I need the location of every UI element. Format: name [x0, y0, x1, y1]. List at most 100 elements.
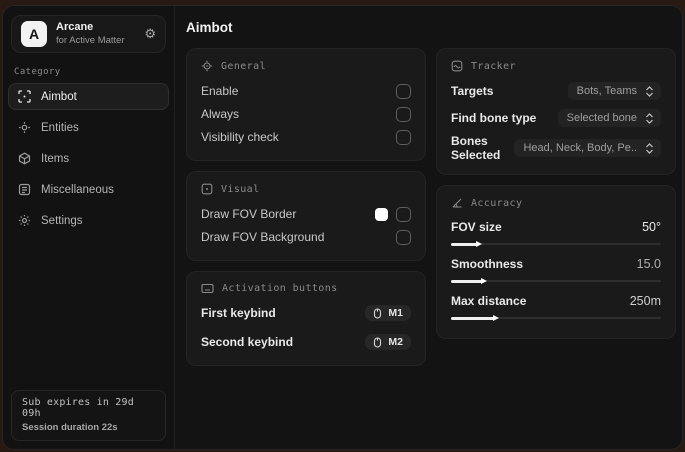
draw-fov-border-label: Draw FOV Border	[201, 207, 297, 221]
sidebar-nav: Aimbot Entities Items Miscellaneous Sett…	[3, 83, 174, 234]
fov-size-slider-thumb[interactable]	[476, 240, 483, 247]
fov-size-value: 50°	[642, 220, 661, 234]
brand-name: Arcane	[56, 21, 94, 34]
general-row-always: Always	[201, 103, 411, 125]
brand-card: A Arcane for Active Matter ⚙	[11, 15, 166, 53]
unfold-chevrons-icon	[645, 112, 654, 124]
sidebar-item-entities[interactable]: Entities	[8, 114, 169, 141]
activation-panel-title: Activation buttons	[222, 283, 338, 294]
tracker-row-bone-type: Find bone type Selected bone	[451, 107, 661, 129]
max-distance-label: Max distance	[451, 294, 527, 308]
fov-frame-icon	[201, 183, 213, 195]
smoothness-slider[interactable]	[451, 277, 661, 285]
sidebar-item-miscellaneous[interactable]: Miscellaneous	[8, 176, 169, 203]
visual-panel-title: Visual	[221, 183, 260, 195]
bones-selected-label: Bones Selected	[451, 134, 501, 162]
max-distance-value: 250m	[629, 294, 661, 308]
cube-icon	[18, 152, 31, 165]
sidebar-item-label: Settings	[41, 214, 83, 227]
angle-icon	[451, 197, 463, 209]
activation-panel: Activation buttons First keybind M1 Seco…	[186, 271, 426, 366]
enable-label: Enable	[201, 84, 239, 98]
settings-gear-icon[interactable]: ⚙	[144, 26, 156, 42]
draw-fov-background-checkbox[interactable]	[396, 229, 411, 245]
unfold-chevrons-icon	[645, 142, 654, 154]
targets-select[interactable]: Bots, Teams	[567, 82, 661, 100]
first-keybind-value: M1	[388, 307, 403, 319]
smoothness-control: Smoothness 15.0	[451, 254, 661, 285]
activation-row-second: Second keybind M2	[201, 331, 411, 353]
brand-logo: A	[21, 21, 47, 47]
sidebar-item-label: Miscellaneous	[41, 183, 114, 196]
tracker-row-bones-selected: Bones Selected Head, Neck, Body, Pe..	[451, 134, 661, 162]
unfold-chevrons-icon	[645, 85, 654, 97]
visual-panel: Visual Draw FOV Border Draw FOV Backgrou…	[186, 171, 426, 261]
keyboard-icon	[201, 283, 214, 294]
sidebar-item-label: Aimbot	[41, 90, 77, 103]
find-bone-type-value: Selected bone	[566, 112, 637, 124]
activation-row-first: First keybind M1	[201, 302, 411, 324]
sidebar-item-label: Items	[41, 152, 70, 165]
visibility-check-checkbox[interactable]	[396, 129, 411, 145]
sidebar-item-settings[interactable]: Settings	[8, 207, 169, 234]
general-panel: General Enable Always Visibility check	[186, 48, 426, 161]
sidebar-item-aimbot[interactable]: Aimbot	[8, 83, 169, 110]
smoothness-slider-thumb[interactable]	[480, 277, 487, 284]
first-keybind-button[interactable]: M1	[365, 305, 411, 321]
sub-expiry-text: Sub expires in 29d 09h	[22, 397, 134, 419]
tracker-panel-title: Tracker	[471, 60, 516, 72]
category-label: Category	[14, 67, 61, 77]
smoothness-value: 15.0	[636, 257, 661, 271]
bones-selected-select[interactable]: Head, Neck, Body, Pe..	[514, 139, 661, 157]
aimbot-crosshair-icon	[18, 90, 31, 103]
always-checkbox[interactable]	[396, 106, 411, 122]
accuracy-panel-title: Accuracy	[471, 197, 523, 209]
sidebar: A Arcane for Active Matter ⚙ Category Ai…	[3, 6, 175, 449]
sidebar-item-label: Entities	[41, 121, 79, 134]
max-distance-slider-thumb[interactable]	[493, 314, 500, 321]
fov-border-color-swatch[interactable]	[375, 207, 388, 221]
draw-fov-background-label: Draw FOV Background	[201, 230, 325, 244]
visibility-check-label: Visibility check	[201, 130, 279, 144]
tracker-row-targets: Targets Bots, Teams	[451, 80, 661, 102]
enable-checkbox[interactable]	[396, 83, 411, 99]
bones-selected-value: Head, Neck, Body, Pe..	[523, 142, 637, 154]
find-bone-type-select[interactable]: Selected bone	[557, 109, 661, 127]
targets-value: Bots, Teams	[576, 85, 637, 97]
second-keybind-label: Second keybind	[201, 335, 294, 349]
session-duration-text: Session duration 22s	[22, 422, 118, 433]
tracker-pulse-icon	[451, 60, 463, 72]
sidebar-item-items[interactable]: Items	[8, 145, 169, 172]
targets-label: Targets	[451, 84, 494, 98]
fov-size-slider[interactable]	[451, 240, 661, 248]
general-panel-title: General	[221, 60, 266, 72]
second-keybind-button[interactable]: M2	[365, 334, 411, 350]
draw-fov-border-checkbox[interactable]	[396, 206, 411, 222]
accuracy-panel: Accuracy FOV size 50° Smoothness 15.0 Ma…	[436, 185, 676, 339]
subscription-card: Sub expires in 29d 09h Session duration …	[11, 390, 166, 441]
entities-radar-icon	[18, 121, 31, 134]
mouse-icon	[372, 307, 383, 319]
mouse-icon	[372, 336, 383, 348]
second-keybind-value: M2	[388, 336, 403, 348]
brand-subtitle: for Active Matter	[56, 34, 125, 46]
general-row-visibility: Visibility check	[201, 126, 411, 148]
gear-icon	[18, 214, 31, 227]
app-window: A Arcane for Active Matter ⚙ Category Ai…	[2, 5, 683, 450]
fov-size-control: FOV size 50°	[451, 217, 661, 248]
layout-list-icon	[18, 183, 31, 196]
tracker-panel: Tracker Targets Bots, Teams Find bone ty…	[436, 48, 676, 175]
general-row-enable: Enable	[201, 80, 411, 102]
first-keybind-label: First keybind	[201, 306, 276, 320]
max-distance-slider[interactable]	[451, 314, 661, 322]
always-label: Always	[201, 107, 240, 121]
find-bone-type-label: Find bone type	[451, 111, 537, 125]
fov-size-label: FOV size	[451, 220, 502, 234]
main-content: Aimbot General Enable Always Visibility …	[175, 6, 682, 449]
visual-row-fov-background: Draw FOV Background	[201, 226, 411, 248]
smoothness-label: Smoothness	[451, 257, 524, 271]
focus-crosshair-icon	[201, 60, 213, 72]
visual-row-fov-border: Draw FOV Border	[201, 203, 411, 225]
page-title: Aimbot	[186, 20, 233, 35]
max-distance-control: Max distance 250m	[451, 291, 661, 322]
